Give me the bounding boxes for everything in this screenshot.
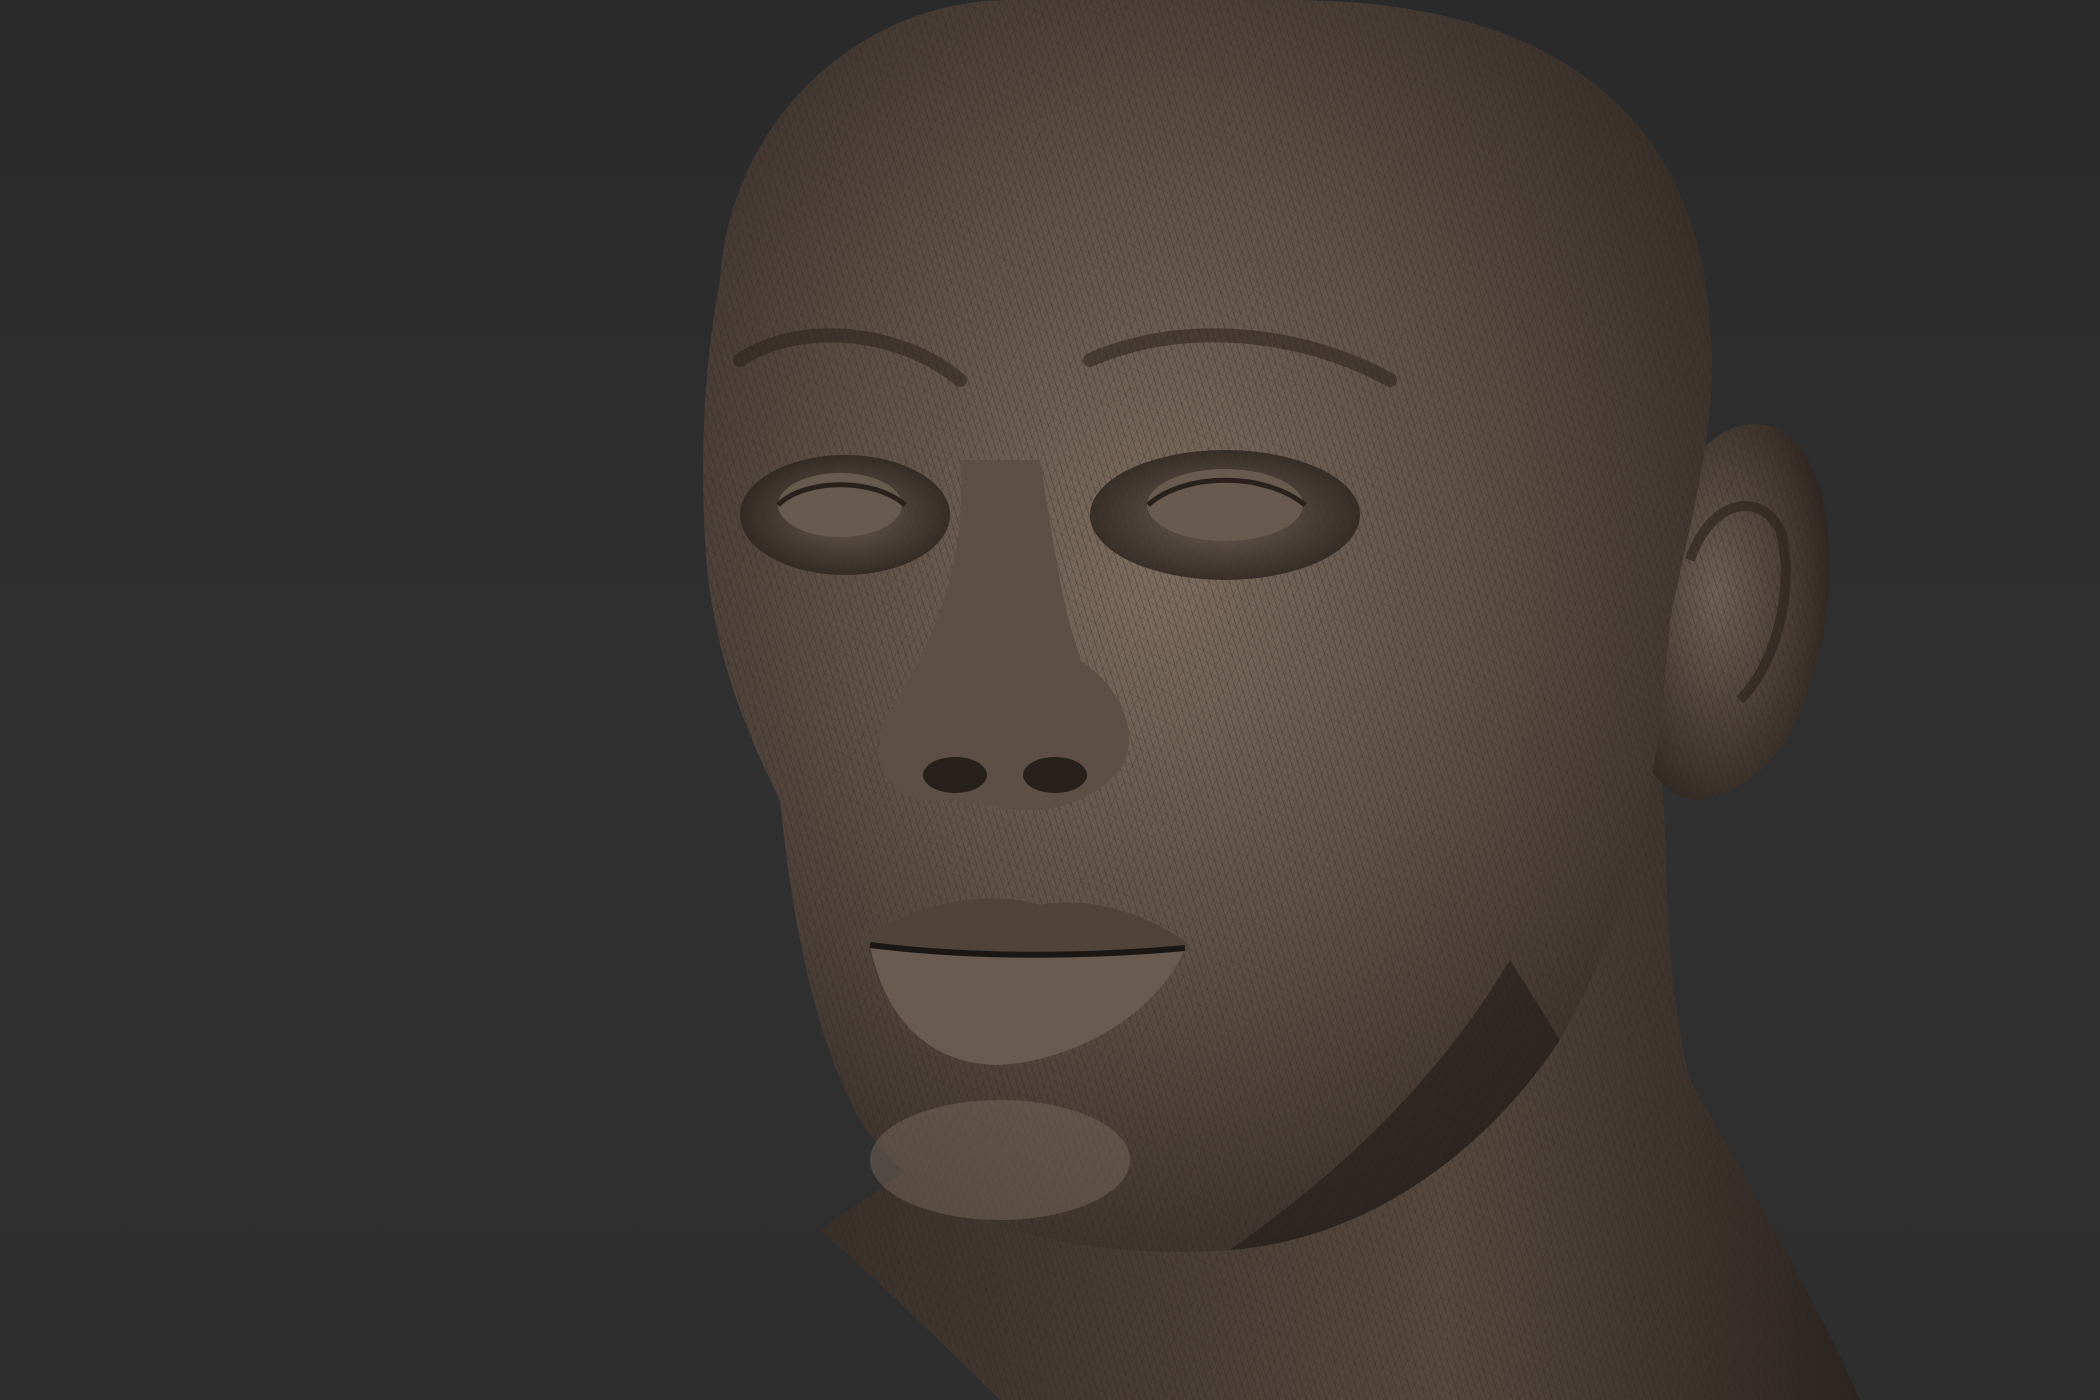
3d-viewport[interactable] [0, 0, 2100, 1400]
sculpt-model[interactable] [0, 0, 2100, 1400]
chin [870, 1100, 1130, 1220]
